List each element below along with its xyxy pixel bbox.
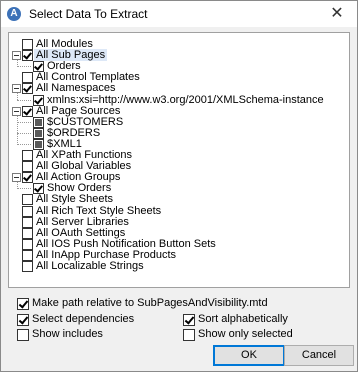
tree-item-checkbox[interactable]	[22, 39, 33, 50]
tree-item-checkbox[interactable]	[33, 127, 44, 139]
tree-item-checkbox[interactable]	[22, 238, 33, 250]
close-icon[interactable]: ✕	[327, 4, 347, 24]
show-only-selected-checkbox[interactable]	[183, 329, 195, 341]
dialog-window: A Select Data To Extract ✕ All Modules Al…	[0, 0, 358, 372]
make-path-relative-label: Make path relative to SubPagesAndVisibil…	[32, 297, 268, 309]
tree-item-checkbox[interactable]	[33, 116, 44, 128]
title-bar[interactable]: A Select Data To Extract ✕	[1, 1, 357, 27]
collapse-icon[interactable]	[12, 173, 21, 183]
select-dependencies-label: Select dependencies	[32, 313, 135, 325]
tree-item-checkbox[interactable]	[22, 83, 33, 95]
tree-item-checkbox[interactable]	[22, 249, 33, 261]
tree-connector	[17, 93, 18, 101]
tree-connector	[17, 143, 31, 145]
select-dependencies-checkbox[interactable]	[17, 314, 29, 326]
show-includes-checkbox[interactable]	[17, 329, 29, 341]
tree-connector	[17, 99, 31, 101]
show-includes-label: Show includes	[32, 328, 103, 340]
tree-item-checkbox[interactable]	[22, 161, 33, 173]
collapse-icon[interactable]	[12, 51, 21, 61]
tree-item-checkbox[interactable]	[22, 205, 33, 217]
sort-alphabetically-checkbox[interactable]	[183, 314, 195, 326]
sort-alphabetically-label: Sort alphabetically	[198, 313, 288, 325]
tree-connector	[17, 60, 18, 68]
tree-item-checkbox[interactable]	[22, 150, 33, 161]
tree-item-checkbox[interactable]	[22, 216, 33, 228]
make-path-relative-checkbox[interactable]	[17, 298, 29, 310]
ok-button[interactable]: OK	[213, 345, 285, 366]
app-icon: A	[7, 7, 21, 21]
data-tree[interactable]: All Modules All Sub Pages Orders All Contro…	[8, 32, 350, 288]
tree-item-checkbox[interactable]	[22, 172, 33, 184]
tree-item-checkbox[interactable]	[22, 227, 33, 239]
tree-connector	[17, 66, 31, 68]
tree-item-checkbox[interactable]	[22, 105, 33, 117]
tree-connector	[17, 182, 18, 190]
tree-item-checkbox[interactable]	[22, 194, 33, 206]
tree-connector	[17, 121, 31, 123]
tree-item-checkbox[interactable]	[22, 261, 33, 272]
show-only-selected-label: Show only selected	[198, 328, 293, 340]
tree-connector	[17, 132, 31, 134]
tree-connector	[17, 188, 31, 190]
tree-connector	[17, 115, 18, 145]
cancel-button[interactable]: Cancel	[284, 345, 354, 366]
dialog-title: Select Data To Extract	[29, 7, 148, 21]
tree-item-label: All Localizable Strings	[36, 260, 144, 272]
collapse-icon[interactable]	[12, 106, 21, 116]
collapse-icon[interactable]	[12, 84, 21, 94]
tree-item-checkbox[interactable]	[22, 72, 33, 84]
tree-item-checkbox[interactable]	[22, 50, 33, 62]
